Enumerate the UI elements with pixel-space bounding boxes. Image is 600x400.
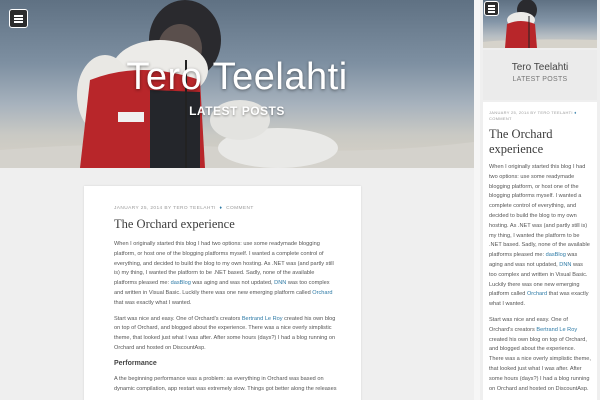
menu-toggle-button[interactable] — [9, 9, 28, 28]
post-date-author[interactable]: JANUARY 25, 2014 BY TERO TEELAHTI — [114, 206, 216, 211]
mobile-meta-separator: ♦ — [574, 110, 577, 115]
mobile-link-dnn[interactable]: DNN — [559, 262, 571, 268]
meta-separator: ♦ — [219, 206, 223, 211]
desktop-view: Tero Teelahti LATEST POSTS JANUARY 25, 2… — [0, 0, 474, 400]
mobile-site-title[interactable]: Tero Teelahti — [483, 62, 597, 73]
comment-link[interactable]: COMMENT — [226, 206, 254, 211]
mobile-comment-link[interactable]: COMMENT — [489, 116, 512, 121]
post-paragraph-3: A the beginning performance was a proble… — [114, 375, 337, 392]
site-subtitle: LATEST POSTS — [189, 104, 285, 118]
mobile-site-subtitle: LATEST POSTS — [512, 76, 568, 83]
link-orchard[interactable]: Orchard — [312, 290, 332, 296]
mobile-post-date-author[interactable]: JANUARY 25, 2014 BY TERO TEELAHTI — [489, 110, 573, 115]
mobile-link-dasblog[interactable]: dasBlog — [546, 252, 566, 258]
mobile-post-paragraph-1: When I originally started this blog I ha… — [489, 164, 590, 308]
link-dasblog[interactable]: dasBlog — [171, 280, 191, 286]
link-dnn[interactable]: DNN — [274, 280, 286, 286]
mobile-header-photo-art — [483, 0, 597, 48]
post-card: JANUARY 25, 2014 BY TERO TEELAHTI ♦ COMM… — [84, 186, 361, 400]
mobile-post-card: JANUARY 25, 2014 BY TERO TEELAHTI ♦ COMM… — [483, 102, 597, 400]
mobile-post-title[interactable]: The Orchard experience — [489, 127, 591, 157]
mobile-view: Tero Teelahti LATEST POSTS JANUARY 25, 2… — [480, 0, 600, 400]
mobile-link-orchard[interactable]: Orchard — [527, 291, 547, 297]
section-heading-performance: Performance — [114, 359, 157, 367]
post-meta: JANUARY 25, 2014 BY TERO TEELAHTI ♦ COMM… — [114, 206, 337, 211]
hamburger-menu-icon — [14, 15, 23, 17]
mobile-link-bertrand-le-roy[interactable]: Bertrand Le Roy — [536, 327, 577, 333]
hamburger-menu-icon — [488, 5, 495, 7]
post-paragraph-2: Start was nice and easy. One of Orchard'… — [114, 315, 336, 351]
link-bertrand-le-roy[interactable]: Bertrand Le Roy — [242, 316, 283, 322]
mobile-post-paragraph-2: Start was nice and easy. One of Orchard'… — [489, 316, 591, 392]
post-paragraph-1: When I originally started this blog I ha… — [114, 241, 334, 306]
mobile-post-meta: JANUARY 25, 2014 BY TERO TEELAHTI ♦ COMM… — [489, 110, 591, 122]
mobile-menu-toggle-button[interactable] — [484, 1, 499, 16]
site-title[interactable]: Tero Teelahti — [0, 56, 474, 99]
mobile-site-header: Tero Teelahti LATEST POSTS — [483, 50, 597, 100]
header-photo: Tero Teelahti LATEST POSTS — [0, 0, 474, 168]
mobile-header-photo — [483, 0, 597, 48]
post-title[interactable]: The Orchard experience — [114, 217, 337, 232]
